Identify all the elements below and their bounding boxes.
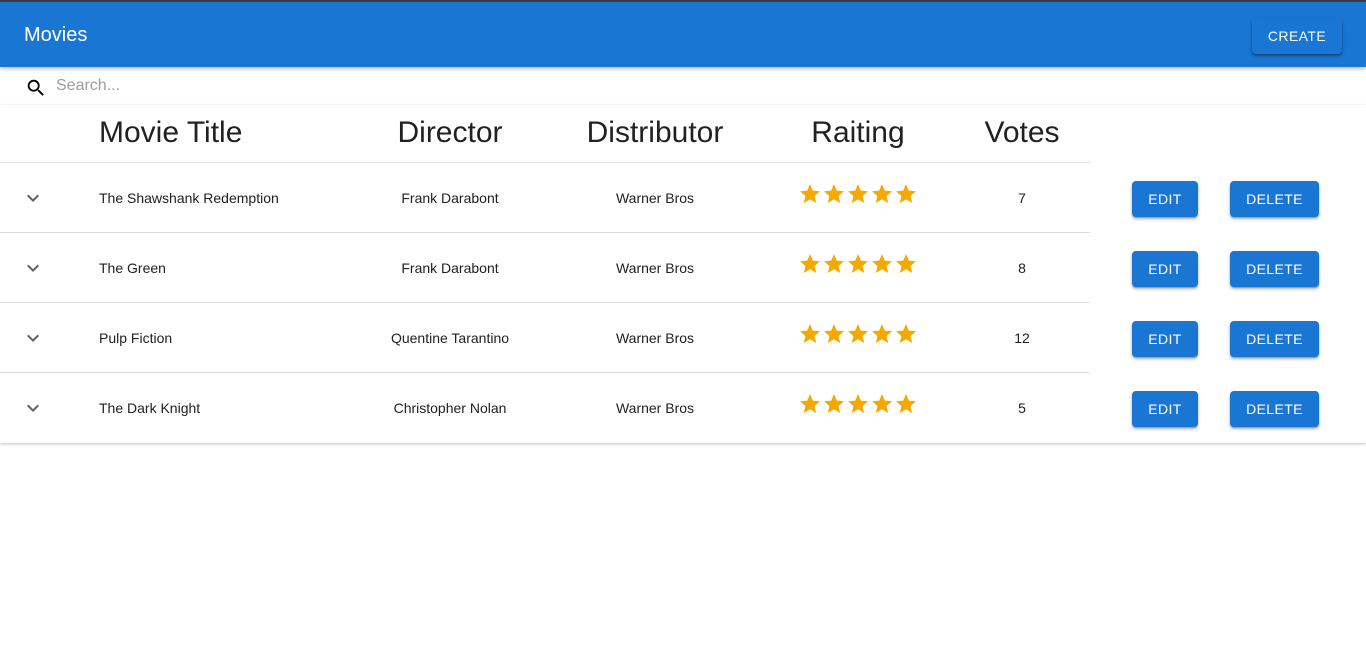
movie-votes: 12 <box>1014 330 1030 346</box>
chevron-down-icon[interactable] <box>21 186 45 210</box>
delete-button[interactable]: DELETE <box>1230 391 1319 427</box>
star-icon[interactable] <box>894 322 918 346</box>
star-icon[interactable] <box>870 182 894 206</box>
star-icon[interactable] <box>870 322 894 346</box>
movie-votes: 5 <box>1018 400 1026 416</box>
search-icon <box>25 77 47 99</box>
movie-director: Christopher Nolan <box>393 400 507 416</box>
movie-votes: 8 <box>1018 260 1026 276</box>
movie-director: Frank Darabont <box>401 260 499 276</box>
search-input[interactable] <box>56 75 656 97</box>
movies-table: Movie Title Director Distributor Raiting… <box>0 105 1366 443</box>
star-icon[interactable] <box>870 252 894 276</box>
edit-button[interactable]: EDIT <box>1132 181 1198 217</box>
table-header: Movie Title Director Distributor Raiting… <box>0 105 1090 163</box>
star-icon[interactable] <box>798 182 822 206</box>
table-row: Pulp Fiction Quentine Tarantino Warner B… <box>0 303 1366 373</box>
star-icon[interactable] <box>894 252 918 276</box>
column-header-director[interactable]: Director <box>350 115 550 151</box>
movie-director: Frank Darabont <box>401 190 499 206</box>
edit-button[interactable]: EDIT <box>1132 321 1198 357</box>
table-row: The Green Frank Darabont Warner Bros 8 E… <box>0 233 1366 303</box>
column-header-votes[interactable]: Votes <box>922 115 1122 151</box>
star-icon[interactable] <box>894 182 918 206</box>
star-icon[interactable] <box>798 252 822 276</box>
star-icon[interactable] <box>870 392 894 416</box>
star-icon[interactable] <box>846 252 870 276</box>
star-icon[interactable] <box>846 322 870 346</box>
movie-distributor: Warner Bros <box>615 260 695 276</box>
movie-distributor: Warner Bros <box>615 400 695 416</box>
column-header-title[interactable]: Movie Title <box>99 115 242 151</box>
delete-button[interactable]: DELETE <box>1230 181 1319 217</box>
star-rating[interactable] <box>798 392 920 418</box>
delete-button[interactable]: DELETE <box>1230 251 1319 287</box>
star-rating[interactable] <box>798 322 920 348</box>
movie-director: Quentine Tarantino <box>390 330 510 346</box>
app-title: Movies <box>24 24 88 46</box>
movie-title: The Green <box>99 260 166 276</box>
edit-button[interactable]: EDIT <box>1132 391 1198 427</box>
star-icon[interactable] <box>846 392 870 416</box>
movie-title: The Dark Knight <box>99 400 201 416</box>
chevron-down-icon[interactable] <box>21 326 45 350</box>
star-icon[interactable] <box>822 182 846 206</box>
search-bar <box>0 67 1366 105</box>
movie-title: Pulp Fiction <box>99 330 173 346</box>
movie-votes: 7 <box>1018 190 1026 206</box>
app-bar: Movies CREATE <box>0 2 1366 67</box>
movie-title: The Shawshank Redemption <box>99 190 279 206</box>
star-rating[interactable] <box>798 182 920 208</box>
chevron-down-icon[interactable] <box>21 256 45 280</box>
star-icon[interactable] <box>894 392 918 416</box>
star-icon[interactable] <box>822 392 846 416</box>
column-header-distributor[interactable]: Distributor <box>555 115 755 151</box>
chevron-down-icon[interactable] <box>21 396 45 420</box>
edit-button[interactable]: EDIT <box>1132 251 1198 287</box>
star-icon[interactable] <box>846 182 870 206</box>
table-row: The Shawshank Redemption Frank Darabont … <box>0 163 1366 233</box>
movie-distributor: Warner Bros <box>615 330 695 346</box>
star-rating[interactable] <box>798 252 920 278</box>
star-icon[interactable] <box>798 322 822 346</box>
movie-distributor: Warner Bros <box>615 190 695 206</box>
star-icon[interactable] <box>798 392 822 416</box>
delete-button[interactable]: DELETE <box>1230 321 1319 357</box>
create-button[interactable]: CREATE <box>1252 18 1342 54</box>
star-icon[interactable] <box>822 322 846 346</box>
table-row: The Dark Knight Christopher Nolan Warner… <box>0 373 1366 443</box>
star-icon[interactable] <box>822 252 846 276</box>
